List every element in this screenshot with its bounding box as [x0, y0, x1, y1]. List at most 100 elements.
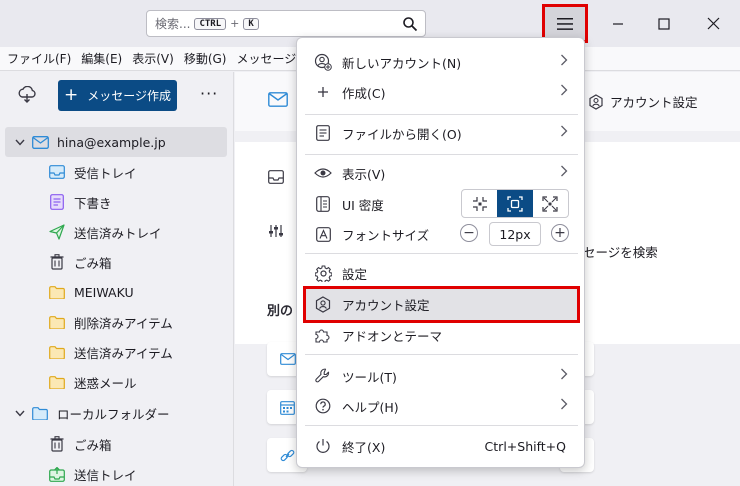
folder-label: 送信済みアイテム [74, 345, 173, 361]
menu-tools[interactable]: ツール(T) [305, 361, 578, 391]
search-box[interactable]: 検索... CTRL + K [146, 10, 426, 37]
folder-trash[interactable]: ごみ箱 [0, 247, 234, 277]
font-size-increase-button[interactable]: + [551, 224, 569, 242]
compose-button[interactable]: + メッセージ作成 [58, 80, 177, 111]
folder-label: 下書き [74, 195, 112, 211]
menu-label: フォントサイズ [342, 227, 430, 243]
account-settings-icon [313, 295, 333, 315]
menu-separator [305, 253, 578, 254]
folder-label: MEIWAKU [74, 284, 134, 300]
menu-quit[interactable]: 終了(X) Ctrl+Shift+Q [305, 431, 578, 461]
sent-icon [48, 223, 66, 241]
folder-label: ごみ箱 [74, 255, 112, 271]
menu-go[interactable]: 移動(G) [184, 50, 227, 67]
folder-label: 削除済みアイテム [74, 315, 173, 331]
read-messages-icon [268, 170, 284, 184]
search-placeholder: 検索... [155, 17, 191, 31]
calendar-icon [280, 401, 295, 415]
folder-label: ローカルフォルダー [57, 406, 170, 422]
account-settings-icon [589, 93, 603, 110]
menu-account-settings[interactable]: アカウント設定 [303, 286, 580, 323]
folder-icon [48, 283, 66, 301]
folder-drafts[interactable]: 下書き [0, 187, 234, 217]
menu-addons-themes[interactable]: アドオンとテーマ [305, 320, 578, 350]
menu-separator [305, 154, 578, 155]
menu-create[interactable]: 作成(C) [305, 77, 578, 107]
menu-edit[interactable]: 編集(E) [81, 50, 122, 67]
chevron-right-icon [561, 54, 568, 66]
trash-icon [48, 435, 66, 453]
folder-inbox[interactable]: 受信トレイ [0, 157, 234, 187]
menu-label: 作成(C) [342, 85, 386, 101]
menu-label: 新しいアカウント(N) [342, 55, 462, 71]
menu-label: ヘルプ(H) [342, 399, 399, 415]
density-touch-button[interactable] [533, 190, 568, 217]
menu-view[interactable]: 表示(V) [132, 50, 174, 67]
folder-sent[interactable]: 送信済みトレイ [0, 217, 234, 247]
menu-file[interactable]: ファイル(F) [7, 50, 71, 67]
menu-separator [305, 425, 578, 426]
font-size-decrease-button[interactable]: − [460, 224, 478, 242]
density-selector [461, 189, 569, 218]
search-messages-link[interactable]: セージを検索 [583, 242, 658, 261]
open-file-icon [313, 123, 333, 143]
wrench-icon [313, 366, 333, 386]
drafts-icon [48, 193, 66, 211]
menu-new-account[interactable]: 新しいアカウント(N) [305, 47, 578, 77]
menu-label: UI 密度 [342, 197, 384, 213]
close-button[interactable] [690, 0, 736, 47]
chevron-right-icon [561, 368, 568, 380]
more-options-button[interactable]: ··· [200, 84, 218, 103]
menu-label: アドオンとテーマ [342, 328, 443, 344]
compose-label: メッセージ作成 [87, 89, 171, 103]
maximize-button[interactable] [641, 0, 687, 47]
menu-open-file[interactable]: ファイルから開く(O) [305, 118, 578, 148]
menu-help[interactable]: ヘルプ(H) [305, 391, 578, 421]
search-icon[interactable] [402, 16, 418, 32]
menu-label: ツール(T) [342, 369, 397, 385]
chevron-down-icon[interactable] [13, 410, 27, 417]
normal-density-icon [507, 195, 523, 212]
chevron-right-icon [561, 125, 568, 137]
folder-local-trash[interactable]: ごみ箱 [0, 429, 234, 459]
menu-label: アカウント設定 [342, 298, 430, 313]
menu-settings[interactable]: 設定 [305, 258, 578, 288]
folder-junk[interactable]: 迷惑メール [0, 367, 234, 397]
menu-label: 表示(V) [342, 166, 386, 182]
chevron-down-icon[interactable] [13, 139, 27, 146]
menu-label: ファイルから開く(O) [342, 126, 462, 142]
account-settings-link[interactable]: アカウント設定 [588, 92, 698, 111]
eye-icon [313, 163, 333, 183]
folder-meiwaku[interactable]: MEIWAKU [0, 277, 234, 307]
font-size-icon [313, 224, 333, 244]
get-messages-icon[interactable] [17, 86, 37, 104]
folder-local-folders[interactable]: ローカルフォルダー [0, 398, 234, 428]
local-folder-icon [31, 404, 49, 422]
folder-deleted-items[interactable]: 削除済みアイテム [0, 307, 234, 337]
folder-label: 送信済みトレイ [74, 225, 162, 241]
inbox-icon [48, 163, 66, 181]
folder-label: 迷惑メール [74, 375, 137, 391]
folder-sent-items[interactable]: 送信済みアイテム [0, 337, 234, 367]
account-settings-label: アカウント設定 [610, 95, 698, 110]
menu-view[interactable]: 表示(V) [305, 158, 578, 188]
minimize-button[interactable] [595, 0, 641, 47]
maximize-icon [658, 17, 670, 30]
folder-account[interactable]: hina@example.jp [5, 127, 227, 157]
hamburger-icon [557, 17, 573, 30]
font-size-value: 12px [489, 222, 541, 246]
touch-icon [542, 195, 558, 212]
density-compact-button[interactable] [462, 190, 497, 217]
compact-icon [472, 196, 487, 211]
puzzle-icon [313, 325, 333, 345]
filters-icon [269, 225, 283, 237]
menu-label: 設定 [342, 266, 368, 282]
minimize-icon [613, 22, 623, 25]
plus-icon [313, 82, 333, 102]
folder-label: 受信トレイ [74, 165, 137, 181]
density-normal-button[interactable] [497, 190, 533, 217]
folder-outbox[interactable]: 送信トレイ [0, 459, 234, 486]
folder-icon [48, 373, 66, 391]
quit-shortcut: Ctrl+Shift+Q [484, 438, 566, 454]
outbox-icon [48, 465, 66, 483]
